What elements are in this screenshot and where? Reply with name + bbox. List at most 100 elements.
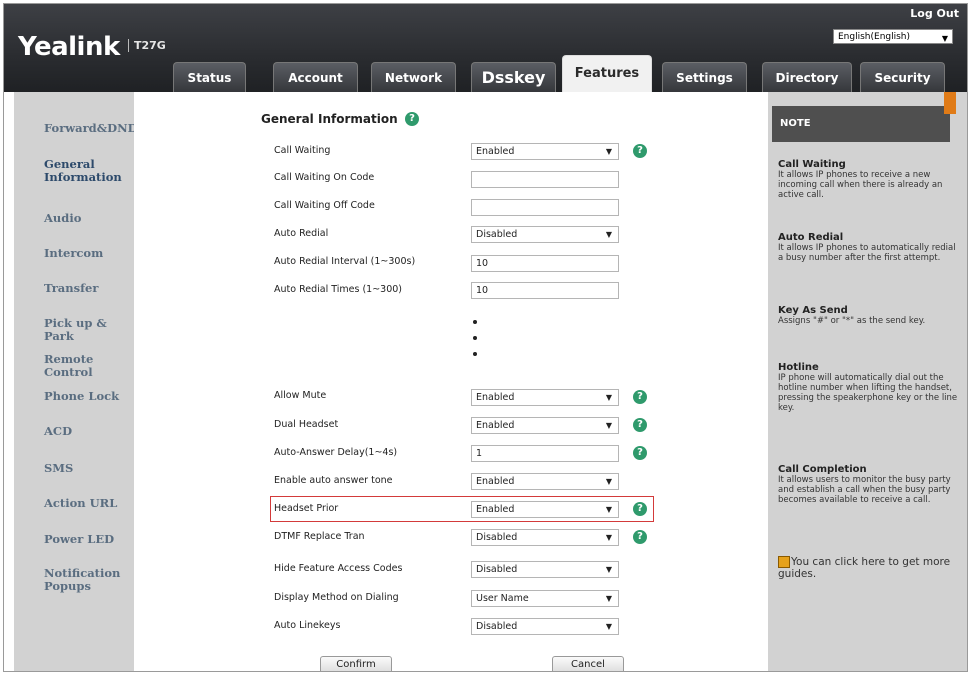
language-select[interactable]: English(English) ▼ bbox=[833, 29, 953, 44]
dtmf-replace-tran-select[interactable]: Disabled ▼ bbox=[471, 529, 619, 546]
auto-redial-interval-input[interactable]: 10 bbox=[471, 255, 619, 272]
sidebar-item-action-url[interactable]: Action URL bbox=[44, 497, 117, 510]
call-waiting-on-code-label: Call Waiting On Code bbox=[274, 172, 375, 183]
dual-headset-label: Dual Headset bbox=[274, 419, 339, 430]
section-title: General Information bbox=[261, 112, 398, 126]
sidebar-item-forward-dnd[interactable]: Forward&DND bbox=[44, 122, 138, 135]
language-value: English(English) bbox=[838, 32, 911, 42]
tab-settings[interactable]: Settings bbox=[662, 62, 747, 92]
yealink-logo: Yealink bbox=[18, 32, 120, 62]
dtmf-replace-tran-label: DTMF Replace Tran bbox=[274, 531, 365, 542]
allow-mute-label: Allow Mute bbox=[274, 390, 327, 401]
call-waiting-select[interactable]: Enabled ▼ bbox=[471, 143, 619, 160]
help-icon[interactable]: ? bbox=[633, 530, 647, 544]
chevron-down-icon: ▼ bbox=[941, 34, 948, 43]
auto-redial-value: Disabled bbox=[476, 229, 518, 240]
auto-answer-delay-input[interactable]: 1 bbox=[471, 445, 619, 462]
sidebar-item-phone-lock[interactable]: Phone Lock bbox=[44, 390, 119, 403]
chevron-down-icon: ▼ bbox=[605, 622, 612, 631]
help-icon[interactable]: ? bbox=[633, 144, 647, 158]
auto-linekeys-select[interactable]: Disabled ▼ bbox=[471, 618, 619, 635]
sidebar-item-sms[interactable]: SMS bbox=[44, 462, 73, 475]
ellipsis-dot bbox=[473, 352, 477, 356]
note-title-hotline: Hotline bbox=[778, 362, 819, 373]
sidebar-item-notification-popups[interactable]: Notification Popups bbox=[44, 567, 129, 593]
sidebar-item-transfer[interactable]: Transfer bbox=[44, 282, 98, 295]
note-text-key-as-send: Assigns "#" or "*" as the send key. bbox=[778, 316, 926, 326]
chevron-down-icon: ▼ bbox=[605, 533, 612, 542]
sidebar-item-general-information[interactable]: General Information bbox=[44, 158, 129, 184]
note-text-hotline: IP phone will automatically dial out the… bbox=[778, 373, 958, 413]
hide-feature-access-codes-value: Disabled bbox=[476, 564, 518, 575]
ellipsis-dot bbox=[473, 336, 477, 340]
browser-page: Yealink T27G Log Out English(English) ▼ … bbox=[3, 3, 968, 672]
help-icon[interactable]: ? bbox=[633, 418, 647, 432]
allow-mute-select[interactable]: Enabled ▼ bbox=[471, 389, 619, 406]
hide-feature-access-codes-select[interactable]: Disabled ▼ bbox=[471, 561, 619, 578]
sidebar-item-power-led[interactable]: Power LED bbox=[44, 533, 114, 546]
note-header: NOTE bbox=[772, 106, 950, 142]
chevron-down-icon: ▼ bbox=[605, 393, 612, 402]
call-waiting-on-code-input[interactable] bbox=[471, 171, 619, 188]
note-corner-accent bbox=[944, 92, 956, 114]
help-icon[interactable]: ? bbox=[633, 390, 647, 404]
auto-answer-tone-value: Enabled bbox=[476, 476, 515, 487]
auto-redial-times-input[interactable]: 10 bbox=[471, 282, 619, 299]
display-method-label: Display Method on Dialing bbox=[274, 592, 399, 603]
help-icon[interactable]: ? bbox=[405, 112, 419, 126]
chevron-down-icon: ▼ bbox=[605, 565, 612, 574]
dual-headset-value: Enabled bbox=[476, 420, 515, 431]
note-text-auto-redial: It allows IP phones to automatically red… bbox=[778, 243, 956, 263]
sidebar-item-remote-control[interactable]: Remote Control bbox=[44, 353, 134, 379]
chevron-down-icon: ▼ bbox=[605, 505, 612, 514]
call-waiting-label: Call Waiting bbox=[274, 145, 331, 156]
sidebar: Forward&DND General Information Audio In… bbox=[14, 92, 138, 671]
cancel-button[interactable]: Cancel bbox=[552, 656, 624, 671]
call-waiting-value: Enabled bbox=[476, 146, 515, 157]
tab-directory[interactable]: Directory bbox=[762, 62, 852, 92]
sidebar-item-audio[interactable]: Audio bbox=[44, 212, 81, 225]
display-method-value: User Name bbox=[476, 593, 529, 604]
tab-dsskey[interactable]: Dsskey bbox=[471, 62, 556, 92]
note-title-auto-redial: Auto Redial bbox=[778, 232, 844, 243]
chevron-down-icon: ▼ bbox=[605, 230, 612, 239]
auto-redial-interval-label: Auto Redial Interval (1~300s) bbox=[274, 256, 416, 267]
help-icon[interactable]: ? bbox=[633, 446, 647, 460]
tab-status[interactable]: Status bbox=[173, 62, 246, 92]
auto-redial-select[interactable]: Disabled ▼ bbox=[471, 226, 619, 243]
guide-icon bbox=[778, 556, 790, 568]
guide-text: You can click here to get more guides. bbox=[778, 556, 951, 580]
sidebar-item-pickup-park[interactable]: Pick up & Park bbox=[44, 317, 134, 343]
guide-link[interactable]: You can click here to get more guides. bbox=[778, 556, 960, 580]
help-icon[interactable]: ? bbox=[633, 502, 647, 516]
ellipsis-dot bbox=[473, 320, 477, 324]
confirm-button[interactable]: Confirm bbox=[320, 656, 392, 671]
auto-redial-times-label: Auto Redial Times (1~300) bbox=[274, 284, 403, 295]
chevron-down-icon: ▼ bbox=[605, 421, 612, 430]
chevron-down-icon: ▼ bbox=[605, 147, 612, 156]
auto-linekeys-value: Disabled bbox=[476, 621, 518, 632]
note-title-key-as-send: Key As Send bbox=[778, 305, 848, 316]
auto-redial-label: Auto Redial bbox=[274, 228, 329, 239]
headset-prior-value: Enabled bbox=[476, 504, 515, 515]
tab-features[interactable]: Features bbox=[562, 55, 652, 92]
allow-mute-value: Enabled bbox=[476, 392, 515, 403]
chevron-down-icon: ▼ bbox=[605, 594, 612, 603]
tab-security[interactable]: Security bbox=[860, 62, 945, 92]
call-waiting-off-code-input[interactable] bbox=[471, 199, 619, 216]
display-method-select[interactable]: User Name ▼ bbox=[471, 590, 619, 607]
tab-network[interactable]: Network bbox=[371, 62, 456, 92]
header-bar: Yealink T27G Log Out English(English) ▼ … bbox=[4, 4, 967, 92]
note-text-call-completion: It allows users to monitor the busy part… bbox=[778, 475, 951, 505]
headset-prior-select[interactable]: Enabled ▼ bbox=[471, 501, 619, 518]
sidebar-item-intercom[interactable]: Intercom bbox=[44, 247, 103, 260]
dual-headset-select[interactable]: Enabled ▼ bbox=[471, 417, 619, 434]
auto-answer-delay-label: Auto-Answer Delay(1~4s) bbox=[274, 447, 398, 458]
auto-answer-tone-label: Enable auto answer tone bbox=[274, 475, 393, 486]
auto-answer-tone-select[interactable]: Enabled ▼ bbox=[471, 473, 619, 490]
tab-account[interactable]: Account bbox=[273, 62, 358, 92]
model-label: T27G bbox=[128, 39, 166, 52]
logout-link[interactable]: Log Out bbox=[910, 7, 959, 20]
sidebar-item-acd[interactable]: ACD bbox=[44, 425, 72, 438]
headset-prior-label: Headset Prior bbox=[274, 503, 339, 514]
